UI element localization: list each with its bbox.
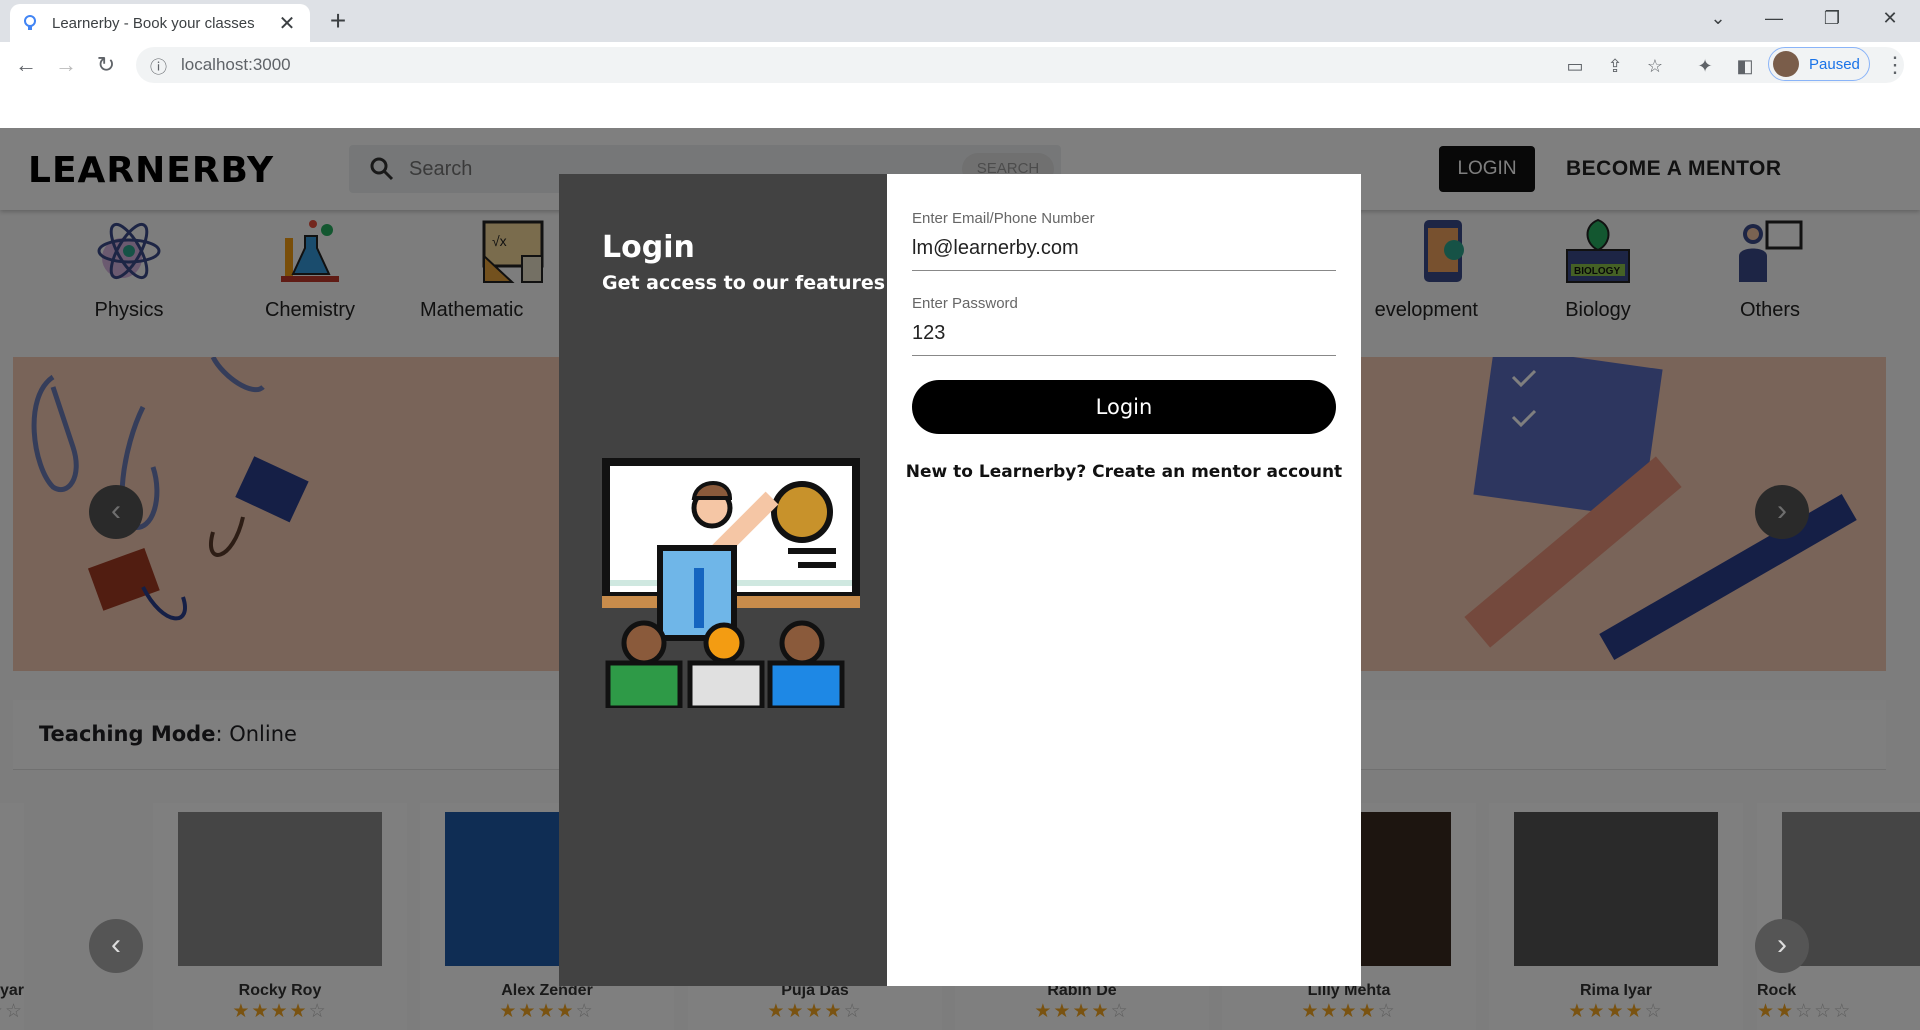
- avatar: [1773, 51, 1799, 77]
- browser-tab[interactable]: Learnerby - Book your classes ✕: [10, 4, 310, 42]
- reader-icon[interactable]: ▭: [1564, 55, 1586, 77]
- restore-icon[interactable]: ❐: [1812, 8, 1852, 29]
- close-tab-icon[interactable]: ✕: [276, 11, 298, 36]
- tab-search-icon[interactable]: ⌄: [1698, 8, 1738, 29]
- reload-icon[interactable]: ↻: [92, 51, 120, 79]
- address-bar[interactable]: ⓘ localhost:3000: [136, 47, 1904, 83]
- modal-subtitle: Get access to our features: [602, 272, 886, 294]
- login-submit-button[interactable]: Login: [912, 380, 1336, 434]
- tab-title: Learnerby - Book your classes: [52, 14, 255, 32]
- browser-tabstrip: Learnerby - Book your classes ✕ + ⌄ — ❐ …: [0, 0, 1920, 42]
- email-label: Enter Email/Phone Number: [912, 210, 1095, 227]
- email-field: Enter Email/Phone Number: [912, 210, 1336, 271]
- password-label: Enter Password: [912, 295, 1018, 312]
- browser-toolbar: ← → ↻ ⓘ localhost:3000 ▭ ⇪ ☆ ✦ ◧ Paused …: [0, 42, 1920, 88]
- bookmark-star-icon[interactable]: ☆: [1644, 55, 1666, 77]
- close-window-icon[interactable]: ✕: [1870, 8, 1910, 29]
- side-panel-icon[interactable]: ◧: [1734, 55, 1756, 77]
- profile-status: Paused: [1809, 55, 1860, 73]
- modal-form-panel: Enter Email/Phone Number Enter Password …: [887, 174, 1361, 986]
- minimize-icon[interactable]: —: [1754, 8, 1794, 29]
- mentors-prev-button[interactable]: ‹: [89, 919, 143, 973]
- lightbulb-icon: [24, 15, 36, 30]
- modal-title: Login: [602, 230, 695, 265]
- url-text: localhost:3000: [181, 55, 291, 74]
- forward-icon[interactable]: →: [52, 51, 80, 79]
- new-tab-button[interactable]: +: [322, 6, 354, 36]
- teacher-presentation-illustration: [602, 458, 860, 708]
- profile-button[interactable]: Paused: [1768, 47, 1870, 81]
- share-icon[interactable]: ⇪: [1604, 55, 1626, 77]
- back-icon[interactable]: ←: [12, 51, 40, 79]
- info-icon[interactable]: ⓘ: [150, 53, 167, 78]
- mentors-next-button[interactable]: ›: [1755, 919, 1809, 973]
- kebab-menu-icon[interactable]: ⋮: [1884, 52, 1906, 78]
- modal-left-panel: Login Get access to our features: [559, 174, 887, 986]
- extensions-icon[interactable]: ✦: [1694, 55, 1716, 77]
- create-mentor-account-link[interactable]: New to Learnerby? Create an mentor accou…: [887, 462, 1361, 482]
- email-input[interactable]: [912, 233, 1336, 271]
- password-input[interactable]: [912, 318, 1336, 356]
- login-modal: Login Get access to our features Enter E…: [559, 174, 1361, 986]
- password-field: Enter Password: [912, 295, 1336, 356]
